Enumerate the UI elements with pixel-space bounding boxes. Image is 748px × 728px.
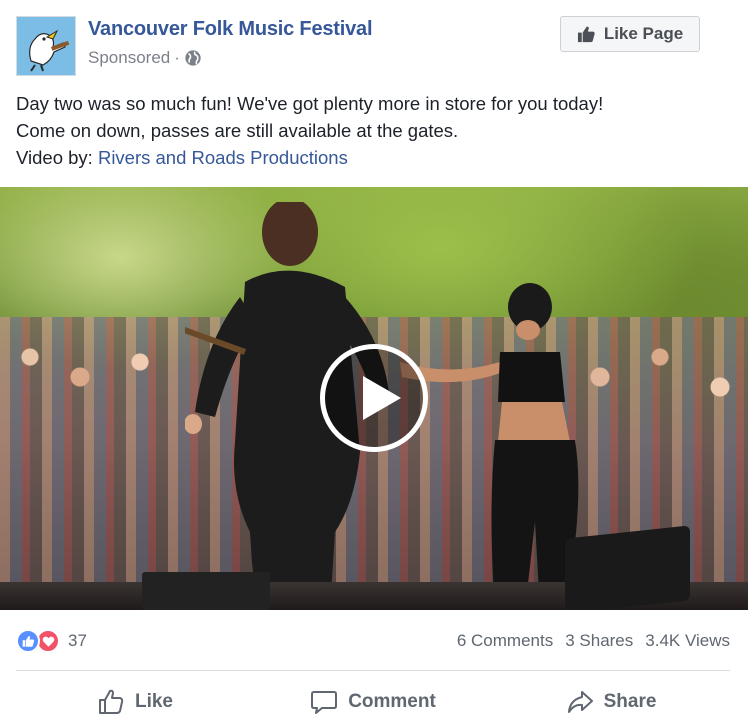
meta-separator: · (174, 48, 180, 67)
page-avatar[interactable] (16, 16, 76, 76)
share-button[interactable]: Share (492, 679, 730, 725)
post-message: Day two was so much fun! We've got plent… (16, 90, 736, 171)
globe-icon[interactable] (184, 49, 202, 67)
comments-count-link[interactable]: 6 Comments (457, 631, 553, 651)
post-text-line-1: Day two was so much fun! We've got plent… (16, 93, 604, 114)
thumbs-up-outline-icon (98, 689, 124, 714)
stage-amplifier (142, 572, 270, 610)
credit-link[interactable]: Rivers and Roads Productions (98, 147, 348, 168)
sponsored-post: Vancouver Folk Music Festival Sponsored … (0, 0, 748, 728)
comment-label: Comment (348, 691, 436, 712)
credit-prefix: Video by: (16, 147, 98, 168)
like-button[interactable]: Like (16, 679, 254, 725)
reactions-summary[interactable]: 37 (16, 629, 87, 653)
like-page-button[interactable]: Like Page (560, 16, 700, 52)
sponsored-label[interactable]: Sponsored (88, 48, 170, 68)
video-credit: Video by: Rivers and Roads Productions (16, 144, 736, 171)
video-player[interactable] (0, 187, 748, 610)
views-count: 3.4K Views (645, 631, 730, 650)
shares-count-link[interactable]: 3 Shares (565, 631, 633, 651)
comment-button[interactable]: Comment (254, 679, 492, 725)
page-name-link[interactable]: Vancouver Folk Music Festival (88, 18, 373, 41)
post-action-bar: Like Comment Share (16, 679, 730, 725)
post-text-line-2: Come on down, passes are still available… (16, 120, 459, 141)
share-label: Share (603, 691, 657, 712)
thumbs-up-icon (577, 26, 595, 42)
stage-monitor-speaker (565, 525, 690, 610)
folk-festival-logo-icon (17, 17, 75, 75)
post-meta: Sponsored · (88, 48, 202, 68)
play-button[interactable] (320, 344, 428, 452)
engagement-stats: 6 Comments 3 Shares 3.4K Views (457, 631, 730, 651)
like-page-label: Like Page (603, 24, 684, 43)
play-icon (363, 376, 401, 420)
like-label: Like (134, 691, 174, 712)
actions-divider (16, 670, 730, 671)
like-reaction-icon (16, 629, 40, 653)
comment-bubble-icon (311, 691, 338, 714)
dancer-figure (400, 283, 579, 610)
share-arrow-icon (567, 691, 593, 713)
reaction-count: 37 (68, 631, 87, 650)
